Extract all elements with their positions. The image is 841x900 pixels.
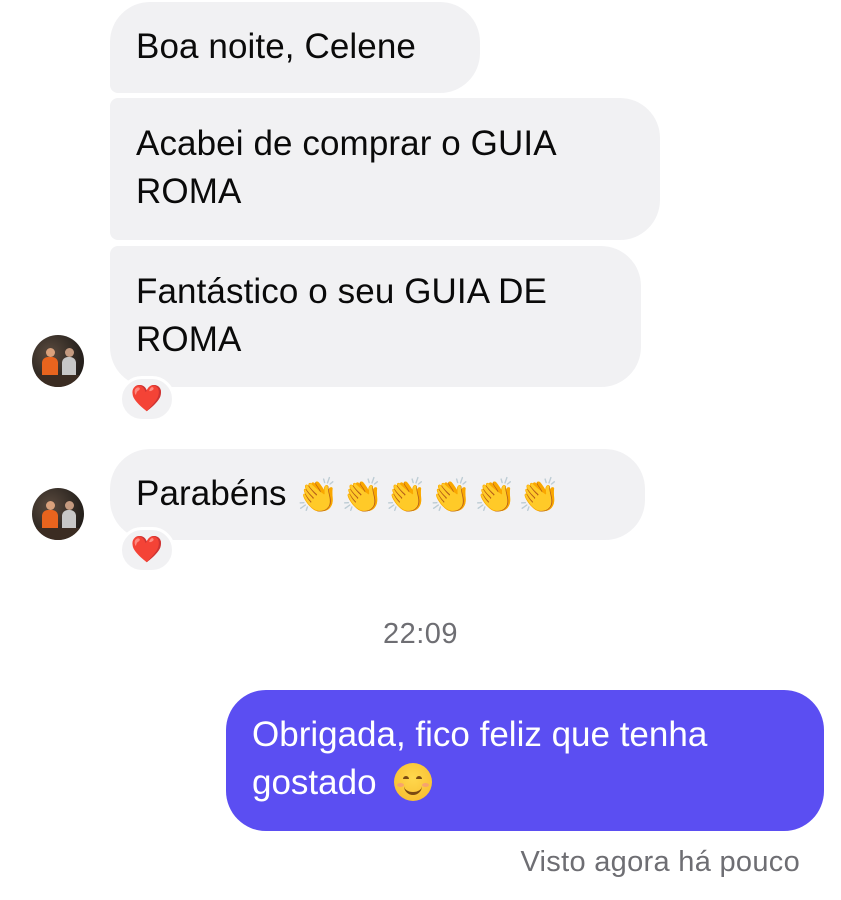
- heart-icon: ❤️: [130, 535, 164, 565]
- message-text: Acabei de comprar o GUIA ROMA: [136, 124, 555, 211]
- clapping-hands-icon: 👏👏👏👏👏👏: [296, 475, 563, 516]
- incoming-message-4[interactable]: Parabéns 👏👏👏👏👏👏: [110, 449, 645, 540]
- contact-avatar[interactable]: [32, 488, 84, 540]
- smile-mouth: [404, 784, 423, 795]
- message-text: Parabéns: [136, 474, 287, 513]
- heart-reaction[interactable]: ❤️: [119, 376, 175, 422]
- contact-avatar[interactable]: [32, 335, 84, 387]
- smiling-face-icon: [394, 762, 433, 801]
- seen-status: Visto agora há pouco: [520, 846, 800, 878]
- message-text: Boa noite, Celene: [136, 27, 416, 66]
- heart-icon: ❤️: [130, 384, 164, 414]
- heart-reaction[interactable]: ❤️: [119, 527, 175, 573]
- incoming-message-2[interactable]: Acabei de comprar o GUIA ROMA: [110, 98, 660, 240]
- avatar-figure: [65, 348, 74, 357]
- avatar-figure: [46, 348, 55, 357]
- avatar-figure: [65, 501, 74, 510]
- smile-blush: [397, 782, 405, 787]
- incoming-message-1[interactable]: Boa noite, Celene: [110, 2, 480, 93]
- avatar-figure: [46, 501, 55, 510]
- avatar-figure: [42, 357, 58, 377]
- outgoing-message[interactable]: Obrigada, fico feliz que tenha gostado: [226, 690, 824, 831]
- avatar-figure: [42, 510, 58, 530]
- avatar-desk: [32, 375, 84, 387]
- message-text: Fantástico o seu GUIA DE ROMA: [136, 272, 547, 359]
- avatar-desk: [32, 528, 84, 540]
- message-timestamp: 22:09: [382, 618, 459, 650]
- smile-blush: [422, 782, 430, 787]
- message-text: Obrigada, fico feliz que tenha gostado: [252, 715, 708, 802]
- incoming-message-3[interactable]: Fantástico o seu GUIA DE ROMA: [110, 246, 641, 387]
- chat-thread: Boa noite, Celene Acabei de comprar o GU…: [0, 0, 841, 900]
